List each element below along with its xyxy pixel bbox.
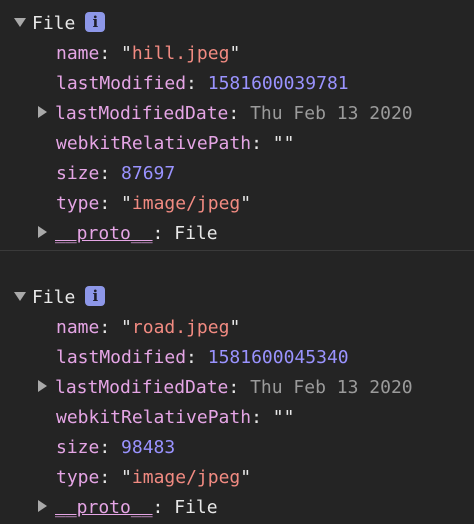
string-value: hill.jpeg [131, 43, 230, 64]
string-value: "" [272, 133, 295, 154]
info-icon[interactable]: i [85, 286, 106, 306]
property-key: type [56, 193, 100, 214]
property-last-modified: lastModified: 1581600045340 [56, 347, 349, 368]
property-name: name: "road.jpeg" [56, 317, 241, 338]
property-webkit-relative-path: webkitRelativePath: "" [56, 133, 295, 154]
collapse-triangle-icon[interactable] [38, 380, 47, 392]
property-key: lastModified [56, 347, 187, 368]
number-value: 87697 [121, 163, 176, 184]
object-type-label: File [32, 13, 76, 34]
entry-divider [0, 250, 474, 251]
property-size: size: 87697 [56, 163, 176, 184]
property-proto[interactable]: __proto__: File [38, 219, 218, 249]
property-last-modified: lastModified: 1581600039781 [56, 73, 349, 94]
number-value: 98483 [121, 437, 176, 458]
property-proto[interactable]: __proto__: File [38, 493, 218, 523]
string-value: image/jpeg [131, 467, 241, 488]
date-value: Thu Feb 13 2020 [250, 377, 413, 398]
string-value: image/jpeg [131, 193, 241, 214]
proto-value: File [174, 497, 218, 518]
property-key: __proto__ [55, 497, 153, 518]
property-key: lastModifiedDate [55, 377, 229, 398]
property-key: lastModified [56, 73, 187, 94]
property-key: __proto__ [55, 223, 153, 244]
property-key: name [56, 43, 100, 64]
property-name: name: "hill.jpeg" [56, 43, 241, 64]
property-last-modified-date[interactable]: lastModifiedDate: Thu Feb 13 2020 [38, 373, 413, 403]
collapse-triangle-icon[interactable] [38, 500, 47, 512]
string-value: road.jpeg [131, 317, 230, 338]
expand-triangle-icon[interactable] [14, 17, 26, 27]
property-last-modified-date[interactable]: lastModifiedDate: Thu Feb 13 2020 [38, 99, 413, 129]
date-value: Thu Feb 13 2020 [250, 103, 413, 124]
property-key: name [56, 317, 100, 338]
info-icon[interactable]: i [85, 12, 106, 32]
collapse-triangle-icon[interactable] [38, 106, 47, 118]
collapse-triangle-icon[interactable] [38, 226, 47, 238]
property-key: lastModifiedDate [55, 103, 229, 124]
proto-value: File [174, 223, 218, 244]
number-value: 1581600045340 [207, 347, 349, 368]
property-key: webkitRelativePath [56, 407, 252, 428]
property-type: type: "image/jpeg" [56, 193, 252, 214]
property-key: size [56, 163, 100, 184]
file-object-header[interactable]: File i [14, 9, 106, 39]
object-type-label: File [32, 287, 76, 308]
string-value: "" [272, 407, 295, 428]
property-key: type [56, 467, 100, 488]
property-size: size: 98483 [56, 437, 176, 458]
property-webkit-relative-path: webkitRelativePath: "" [56, 407, 295, 428]
file-object-header[interactable]: File i [14, 283, 106, 313]
number-value: 1581600039781 [207, 73, 349, 94]
property-key: size [56, 437, 100, 458]
property-type: type: "image/jpeg" [56, 467, 252, 488]
property-key: webkitRelativePath [56, 133, 252, 154]
expand-triangle-icon[interactable] [14, 291, 26, 301]
